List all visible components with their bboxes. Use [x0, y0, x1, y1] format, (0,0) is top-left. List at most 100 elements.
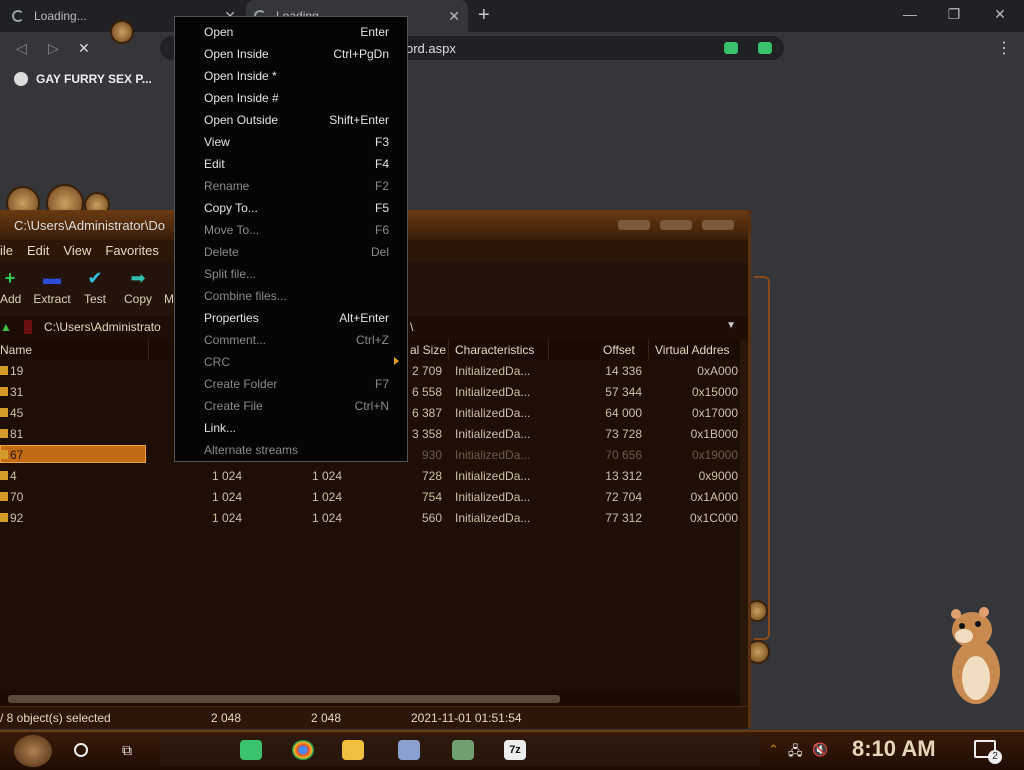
menu-item-view[interactable]: View F3: [175, 131, 407, 153]
menu-item-shortcut: Ctrl+PgDn: [333, 47, 389, 61]
menu-item-link[interactable]: Link...: [175, 417, 407, 439]
cell-offset: 57 344: [605, 385, 642, 399]
copy-button[interactable]: ➡ Copy: [122, 268, 154, 306]
menu-item-open[interactable]: Open Enter: [175, 21, 407, 43]
menu-view[interactable]: View: [63, 240, 91, 262]
col-virtual-size[interactable]: al Size: [410, 343, 446, 357]
menu-item-comment[interactable]: Comment... Ctrl+Z: [175, 329, 407, 351]
bookmark-label: GAY FURRY SEX P...: [36, 72, 152, 86]
window-title: C:\Users\Administrator\Do: [14, 218, 165, 233]
forward-icon[interactable]: ▷: [48, 40, 59, 57]
submenu-arrow-icon: [394, 357, 399, 365]
close-window-icon[interactable]: [702, 220, 734, 230]
cell-vsize: 728: [421, 469, 442, 483]
cell-packed-size: 1 024: [311, 490, 342, 504]
menu-item-label: Move To...: [204, 223, 260, 237]
menu-item-open-inside[interactable]: Open Inside *: [175, 65, 407, 87]
menu-item-copy-to[interactable]: Copy To... F5: [175, 197, 407, 219]
menu-item-delete[interactable]: Delete Del: [175, 241, 407, 263]
col-offset[interactable]: Offset: [603, 343, 635, 357]
add-button[interactable]: + Add: [0, 268, 21, 306]
chevron-up-icon[interactable]: ⌃: [768, 742, 779, 758]
maximize-icon[interactable]: [660, 220, 692, 230]
address-bar-row: ◁ ▷ ✕ ord.aspx ⋮: [0, 32, 1024, 64]
folder-icon[interactable]: [342, 740, 364, 760]
green-note-icon[interactable]: [240, 740, 262, 760]
start-button[interactable]: [14, 735, 52, 767]
extension-icon[interactable]: [758, 42, 772, 54]
cell-name: 19: [10, 364, 24, 378]
minimize-icon[interactable]: [618, 220, 650, 230]
up-folder-icon[interactable]: ▲: [0, 320, 12, 334]
keyboard-icon[interactable]: [398, 740, 420, 760]
menu-item-create-folder[interactable]: Create Folder F7: [175, 373, 407, 395]
cell-chars: InitializedDa...: [455, 511, 531, 525]
menu-item-edit[interactable]: Edit F4: [175, 153, 407, 175]
network-icon[interactable]: 🖧: [788, 742, 803, 764]
notifications-icon[interactable]: 2: [974, 740, 1002, 764]
menu-item-alternate-streams[interactable]: Alternate streams: [175, 439, 407, 461]
cell-chars: InitializedDa...: [455, 490, 531, 504]
menu-item-open-inside[interactable]: Open Inside #: [175, 87, 407, 109]
col-name[interactable]: Name: [0, 343, 32, 357]
bookmark-item[interactable]: GAY FURRY SEX P...: [14, 72, 152, 86]
table-row[interactable]: 4 1 024 1 024 728 InitializedDa... 13 31…: [0, 465, 740, 486]
folder-icon: [0, 429, 8, 438]
horizontal-scrollbar[interactable]: [0, 692, 740, 706]
cell-packed-size: 1 024: [311, 511, 342, 525]
cell-vsize: 3 358: [411, 427, 442, 441]
toolbar-label: M: [164, 292, 174, 306]
menu-item-shortcut: F3: [374, 135, 389, 149]
tab-title: Loading...: [34, 9, 87, 23]
stop-loading-icon[interactable]: ✕: [78, 40, 90, 57]
new-tab-button[interactable]: +: [478, 4, 490, 27]
table-row[interactable]: 92 1 024 1 024 560 InitializedDa... 77 3…: [0, 507, 740, 528]
menu-item-move-to[interactable]: Move To... F6: [175, 219, 407, 241]
menu-favorites[interactable]: Favorites: [105, 240, 158, 262]
menu-item-label: Split file...: [204, 267, 257, 281]
close-tab-icon[interactable]: ✕: [448, 8, 460, 25]
menu-item-label: CRC: [204, 355, 230, 369]
chevron-down-icon[interactable]: ▼: [726, 320, 736, 331]
task-view-icon[interactable]: ⧉: [122, 742, 132, 759]
menu-item-properties[interactable]: Properties Alt+Enter: [175, 307, 407, 329]
tray-app-icon[interactable]: [452, 740, 474, 760]
menu-item-label: Combine files...: [204, 289, 287, 303]
menu-item-open-inside[interactable]: Open Inside Ctrl+PgDn: [175, 43, 407, 65]
toolbar-label: Extract: [33, 292, 71, 306]
table-row[interactable]: 70 1 024 1 024 754 InitializedDa... 72 7…: [0, 486, 740, 507]
restore-icon[interactable]: ❐: [944, 6, 964, 23]
scrollbar-thumb[interactable]: [8, 695, 560, 703]
move-button[interactable]: M: [164, 268, 174, 306]
chrome-icon[interactable]: [292, 740, 314, 760]
cell-name: 67: [10, 448, 24, 462]
menu-item-combine-files[interactable]: Combine files...: [175, 285, 407, 307]
bee-icon: [110, 20, 134, 44]
col-characteristics[interactable]: Characteristics: [455, 343, 534, 357]
minimize-icon[interactable]: —: [900, 6, 920, 22]
cell-chars: InitializedDa...: [455, 364, 531, 378]
menu-file[interactable]: ile: [0, 240, 13, 262]
close-window-icon[interactable]: ✕: [990, 6, 1010, 23]
menu-item-rename[interactable]: Rename F2: [175, 175, 407, 197]
folder-icon: [0, 450, 8, 459]
browser-menu-icon[interactable]: ⋮: [996, 38, 1012, 58]
menu-item-split-file[interactable]: Split file...: [175, 263, 407, 285]
extension-icon[interactable]: [724, 42, 738, 54]
volume-muted-icon[interactable]: 🔇: [812, 742, 828, 758]
search-icon[interactable]: [74, 743, 88, 757]
menu-item-shortcut: F2: [374, 179, 389, 193]
col-virtual-address[interactable]: Virtual Addres: [655, 343, 730, 357]
menu-item-open-outside[interactable]: Open Outside Shift+Enter: [175, 109, 407, 131]
menu-item-create-file[interactable]: Create File Ctrl+N: [175, 395, 407, 417]
test-button[interactable]: ✔ Test: [80, 268, 110, 306]
back-icon[interactable]: ◁: [16, 40, 27, 57]
menu-item-crc[interactable]: CRC: [175, 351, 407, 373]
clock[interactable]: 8:10 AM: [852, 736, 936, 762]
extract-button[interactable]: ▬ Extract: [32, 268, 72, 306]
menu-edit[interactable]: Edit: [27, 240, 49, 262]
menu-item-label: Open Inside: [204, 47, 269, 61]
cell-offset: 70 656: [605, 448, 642, 462]
bookmarks-bar: GAY FURRY SEX P...: [0, 64, 1024, 96]
7zip-icon[interactable]: 7z: [504, 740, 526, 760]
